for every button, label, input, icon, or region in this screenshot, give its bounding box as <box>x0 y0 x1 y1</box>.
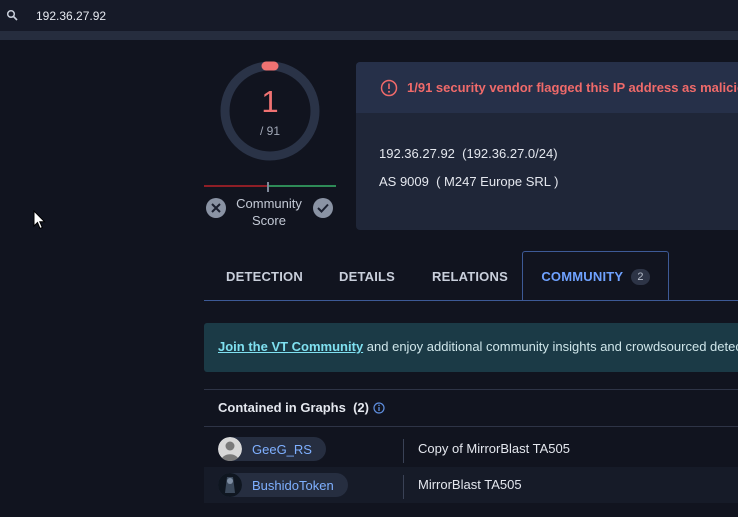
graphs-title-text: Contained in Graphs <box>218 400 346 415</box>
vote-harmless-button[interactable] <box>313 198 333 218</box>
user-chip[interactable]: GeeG_RS <box>218 437 326 461</box>
as-line: AS 9009 ( M247 Europe SRL ) <box>379 174 558 189</box>
search-bar <box>0 0 738 31</box>
as-owner: ( M247 Europe SRL ) <box>436 174 559 189</box>
ip-network: (192.36.27.0/24) <box>462 146 558 161</box>
checkmark-icon <box>317 203 329 213</box>
user-name: GeeG_RS <box>252 441 312 457</box>
tab-community-count-badge: 2 <box>631 268 650 285</box>
tab-details-label: DETAILS <box>339 268 396 284</box>
column-divider <box>403 439 404 463</box>
community-label-line2: Score <box>252 213 286 228</box>
banner-description: and enjoy additional community insights … <box>363 339 738 354</box>
graphs-count: (2) <box>353 400 369 415</box>
graph-name[interactable]: Copy of MirrorBlast TA505 <box>418 441 570 456</box>
section-divider <box>204 426 738 427</box>
header-strip <box>0 31 738 40</box>
user-chip[interactable]: BushidoToken <box>218 473 348 497</box>
community-score-bar <box>204 182 336 192</box>
tab-detection-label: DETECTION <box>226 268 303 284</box>
column-divider <box>403 475 404 499</box>
close-icon <box>211 203 221 213</box>
search-icon <box>6 9 18 21</box>
tab-details[interactable]: DETAILS <box>339 251 395 301</box>
ip-address: 192.36.27.92 <box>379 146 455 161</box>
banner-text: Join the VT Community and enjoy addition… <box>218 339 738 354</box>
user-name: BushidoToken <box>252 477 334 493</box>
alert-header: 1/91 security vendor flagged this IP add… <box>356 62 738 113</box>
section-divider <box>204 389 738 390</box>
table-row[interactable]: GeeG_RS Copy of MirrorBlast TA505 <box>204 431 738 467</box>
mouse-cursor-icon <box>33 210 46 230</box>
tab-detection[interactable]: DETECTION <box>226 251 303 301</box>
vote-malicious-button[interactable] <box>206 198 226 218</box>
alert-icon <box>380 79 398 97</box>
tab-relations-label: RELATIONS <box>432 268 508 284</box>
info-icon[interactable] <box>373 402 385 414</box>
avatar <box>218 473 242 497</box>
detection-count: 1 <box>261 84 279 119</box>
graphs-section-title: Contained in Graphs (2) <box>218 400 369 415</box>
summary-card: 1/91 security vendor flagged this IP add… <box>356 62 738 230</box>
graph-name[interactable]: MirrorBlast TA505 <box>418 477 522 492</box>
community-label-line1: Community <box>236 196 302 211</box>
tabs-divider <box>204 300 738 301</box>
tab-community[interactable]: COMMUNITY 2 <box>522 251 669 301</box>
community-banner: Join the VT Community and enjoy addition… <box>204 323 738 372</box>
community-score-label: Community Score <box>228 195 310 229</box>
ip-line: 192.36.27.92 (192.36.27.0/24) <box>379 146 558 161</box>
avatar <box>218 437 242 461</box>
tab-relations[interactable]: RELATIONS <box>432 251 508 301</box>
join-community-link[interactable]: Join the VT Community <box>218 339 363 354</box>
detection-total: / 91 <box>259 124 280 138</box>
tab-community-label: COMMUNITY <box>541 269 624 284</box>
tab-bar: DETECTION DETAILS RELATIONS COMMUNITY 2 <box>204 251 738 301</box>
search-input[interactable] <box>36 6 726 26</box>
as-number: AS 9009 <box>379 174 429 189</box>
alert-text: 1/91 security vendor flagged this IP add… <box>407 80 738 95</box>
table-row[interactable]: BushidoToken MirrorBlast TA505 <box>204 467 738 503</box>
